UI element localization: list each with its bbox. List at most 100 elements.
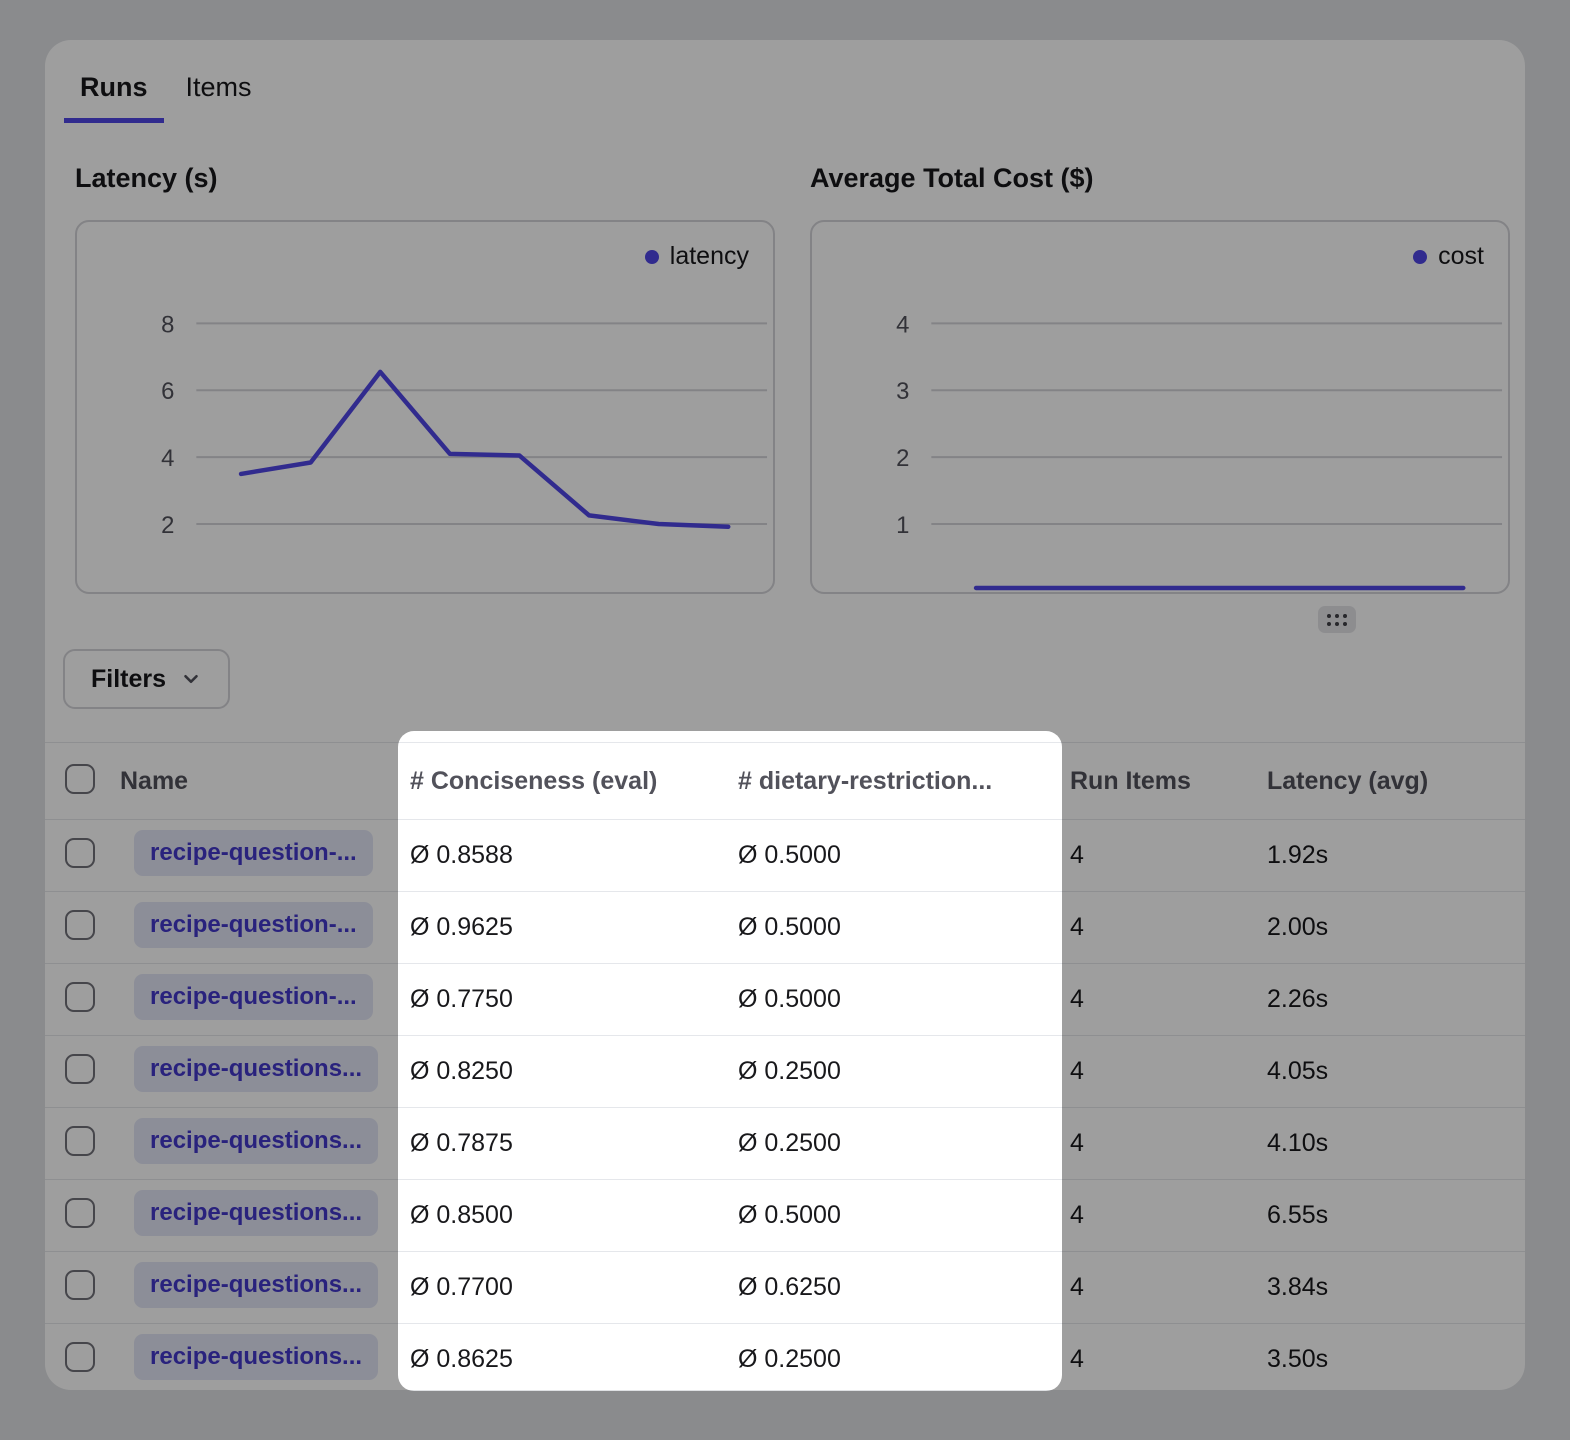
column-header-dietary: # dietary-restriction... — [726, 767, 1058, 796]
column-header-name: Name — [100, 767, 398, 796]
run-name-cell: recipe-questions... — [100, 1046, 398, 1097]
row-checkbox[interactable] — [65, 1126, 95, 1156]
row-checkbox[interactable] — [65, 910, 95, 940]
run-items-value: 4 — [1058, 913, 1255, 942]
conciseness-value: Ø 0.8588 — [398, 841, 726, 870]
run-name-cell: recipe-question-... — [100, 902, 398, 953]
table-row[interactable]: recipe-questions... Ø 0.7875 Ø 0.2500 4 … — [45, 1108, 1525, 1180]
latency-legend-dot-icon — [645, 250, 659, 264]
run-name-badge[interactable]: recipe-question-... — [134, 974, 373, 1020]
run-name-cell: recipe-questions... — [100, 1118, 398, 1169]
tab-runs[interactable]: Runs — [64, 72, 164, 123]
conciseness-value: Ø 0.7875 — [398, 1129, 726, 1158]
run-items-value: 4 — [1058, 1129, 1255, 1158]
run-items-value: 4 — [1058, 985, 1255, 1014]
latency-chart-svg: 2468 — [77, 222, 773, 592]
row-checkbox[interactable] — [65, 1054, 95, 1084]
run-name-cell: recipe-questions... — [100, 1334, 398, 1385]
cost-chart-panel: 1234 cost — [810, 220, 1510, 594]
row-checkbox[interactable] — [65, 1270, 95, 1300]
row-checkbox-cell — [45, 1126, 100, 1161]
run-items-value: 4 — [1058, 1345, 1255, 1374]
table-row[interactable]: recipe-questions... Ø 0.8500 Ø 0.5000 4 … — [45, 1180, 1525, 1252]
chevron-down-icon — [180, 668, 202, 690]
runs-table: Name # Conciseness (eval) # dietary-rest… — [45, 742, 1525, 1390]
conciseness-value: Ø 0.9625 — [398, 913, 726, 942]
tab-items[interactable]: Items — [186, 72, 252, 123]
latency-value: 2.26s — [1255, 985, 1525, 1014]
row-checkbox-cell — [45, 982, 100, 1017]
dietary-value: Ø 0.6250 — [726, 1273, 1058, 1302]
dietary-value: Ø 0.2500 — [726, 1057, 1058, 1086]
latency-legend-label: latency — [670, 242, 749, 271]
dietary-value: Ø 0.2500 — [726, 1129, 1058, 1158]
svg-text:8: 8 — [161, 311, 174, 338]
run-items-value: 4 — [1058, 1057, 1255, 1086]
row-checkbox[interactable] — [65, 1342, 95, 1372]
run-name-badge[interactable]: recipe-questions... — [134, 1334, 378, 1380]
charts-section: Latency (s) 2468 latency Average Total C… — [45, 123, 1525, 594]
run-name-cell: recipe-question-... — [100, 830, 398, 881]
row-checkbox-cell — [45, 1054, 100, 1089]
column-header-conciseness: # Conciseness (eval) — [398, 767, 726, 796]
table-row[interactable]: recipe-questions... Ø 0.7700 Ø 0.6250 4 … — [45, 1252, 1525, 1324]
row-checkbox[interactable] — [65, 838, 95, 868]
cost-chart-svg: 1234 — [812, 222, 1508, 592]
column-header-latency: Latency (avg) — [1255, 767, 1525, 796]
dietary-value: Ø 0.5000 — [726, 1201, 1058, 1230]
latency-chart-panel: 2468 latency — [75, 220, 775, 594]
conciseness-value: Ø 0.7700 — [398, 1273, 726, 1302]
run-items-value: 4 — [1058, 841, 1255, 870]
dietary-value: Ø 0.2500 — [726, 1345, 1058, 1374]
select-all-checkbox[interactable] — [65, 764, 95, 794]
column-header-run-items: Run Items — [1058, 767, 1255, 796]
tab-bar: Runs Items — [45, 40, 1525, 123]
table-header-row: Name # Conciseness (eval) # dietary-rest… — [45, 743, 1525, 820]
app-background: { "colors": { "accent": "#4f46e5", "badg… — [0, 0, 1570, 1440]
filters-button[interactable]: Filters — [63, 649, 230, 709]
dietary-value: Ø 0.5000 — [726, 985, 1058, 1014]
run-name-badge[interactable]: recipe-question-... — [134, 902, 373, 948]
table-body: recipe-question-... Ø 0.8588 Ø 0.5000 4 … — [45, 820, 1525, 1390]
run-name-cell: recipe-questions... — [100, 1190, 398, 1241]
latency-value: 3.84s — [1255, 1273, 1525, 1302]
table-row[interactable]: recipe-question-... Ø 0.9625 Ø 0.5000 4 … — [45, 892, 1525, 964]
latency-value: 2.00s — [1255, 913, 1525, 942]
svg-text:2: 2 — [896, 445, 909, 472]
svg-text:3: 3 — [896, 378, 909, 405]
filters-row: Filters — [45, 594, 1525, 709]
table-row[interactable]: recipe-questions... Ø 0.8250 Ø 0.2500 4 … — [45, 1036, 1525, 1108]
conciseness-value: Ø 0.7750 — [398, 985, 726, 1014]
conciseness-value: Ø 0.8500 — [398, 1201, 726, 1230]
run-name-badge[interactable]: recipe-questions... — [134, 1118, 378, 1164]
table-row[interactable]: recipe-question-... Ø 0.8588 Ø 0.5000 4 … — [45, 820, 1525, 892]
run-name-badge[interactable]: recipe-questions... — [134, 1190, 378, 1236]
run-name-badge[interactable]: recipe-questions... — [134, 1046, 378, 1092]
run-name-badge[interactable]: recipe-questions... — [134, 1262, 378, 1308]
resize-drag-handle-icon[interactable] — [1318, 606, 1356, 633]
svg-text:6: 6 — [161, 378, 174, 405]
row-checkbox[interactable] — [65, 982, 95, 1012]
run-name-badge[interactable]: recipe-question-... — [134, 830, 373, 876]
row-checkbox-cell — [45, 1342, 100, 1377]
grip-dots-icon — [1327, 614, 1347, 626]
row-checkbox-cell — [45, 1270, 100, 1305]
latency-value: 4.10s — [1255, 1129, 1525, 1158]
table-row[interactable]: recipe-questions... Ø 0.8625 Ø 0.2500 4 … — [45, 1324, 1525, 1390]
latency-chart-block: Latency (s) 2468 latency — [75, 163, 775, 594]
row-checkbox[interactable] — [65, 1198, 95, 1228]
latency-value: 1.92s — [1255, 841, 1525, 870]
latency-value: 6.55s — [1255, 1201, 1525, 1230]
filters-button-label: Filters — [91, 665, 166, 694]
cost-legend-dot-icon — [1413, 250, 1427, 264]
run-items-value: 4 — [1058, 1273, 1255, 1302]
cost-legend-label: cost — [1438, 242, 1484, 271]
dietary-value: Ø 0.5000 — [726, 841, 1058, 870]
header-checkbox-cell — [45, 764, 100, 799]
row-checkbox-cell — [45, 1198, 100, 1233]
run-name-cell: recipe-question-... — [100, 974, 398, 1025]
latency-chart-title: Latency (s) — [75, 163, 775, 194]
run-items-value: 4 — [1058, 1201, 1255, 1230]
latency-value: 4.05s — [1255, 1057, 1525, 1086]
table-row[interactable]: recipe-question-... Ø 0.7750 Ø 0.5000 4 … — [45, 964, 1525, 1036]
